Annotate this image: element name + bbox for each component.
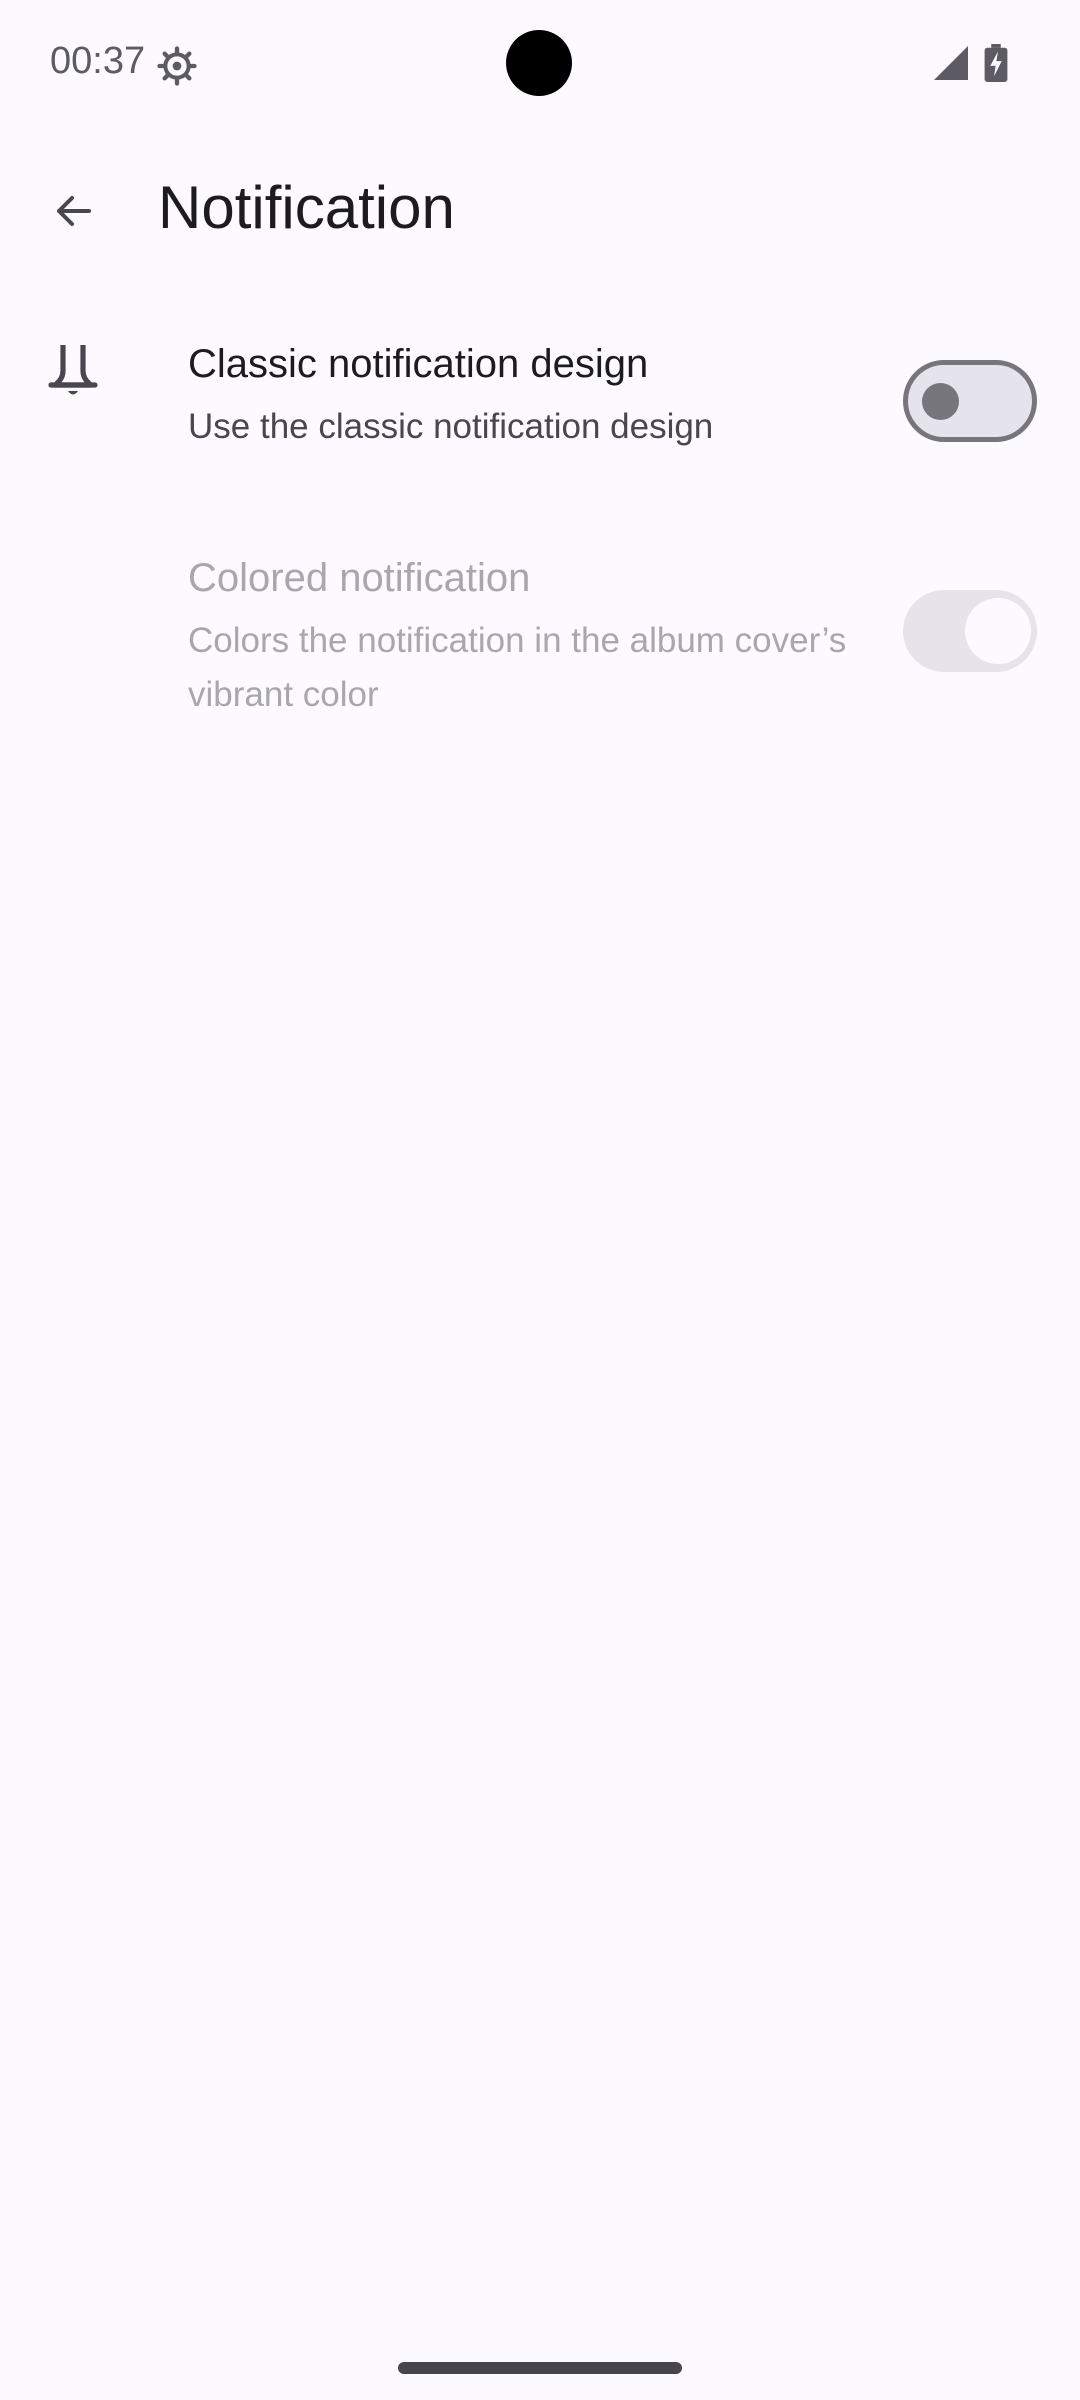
signal-icon [934,46,968,80]
bell-icon [42,338,104,400]
camera-cutout [506,30,572,96]
battery-charging-icon [984,44,1008,82]
colored-notification-title: Colored notification [188,556,531,600]
app-toolbar: Notification [0,130,1080,294]
classic-notification-title: Classic notification design [188,342,649,386]
classic-notification-switch[interactable] [903,360,1037,442]
classic-notification-setting[interactable]: Classic notification design Use the clas… [0,296,1080,504]
status-bar: 00:37 [0,0,1080,130]
gesture-navigation-bar[interactable] [398,2362,682,2374]
arrow-back-icon [57,196,91,226]
classic-notification-summary: Use the classic notification design [188,407,714,446]
switch-thumb [965,598,1031,664]
colored-notification-switch[interactable] [903,590,1037,672]
page-title: Notification [158,174,455,241]
switch-thumb [922,383,959,420]
colored-notification-setting[interactable]: Colored notification Colors the notifica… [0,506,1080,756]
colored-notification-summary: Colors the notification in the album cov… [188,621,847,714]
status-time: 00:37 [50,40,146,82]
settings-gear-icon [157,46,197,86]
back-button[interactable] [0,138,146,284]
